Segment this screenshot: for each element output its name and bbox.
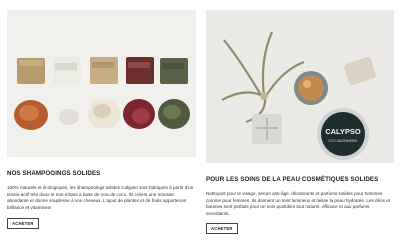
product-card-shampoo: NOS SHAMPOOINGS SOLIDES 100% naturels et… [7,10,196,230]
shampoo-bars-image [7,10,196,157]
soap-bar [53,57,81,84]
card-title: NOS SHAMPOOINGS SOLIDES [7,170,101,177]
product-card-skincare: CALYPSO ECO-SAVONNERIE POUR LES SOINS DE… [206,10,394,235]
buy-button[interactable]: ACHETER [7,218,39,230]
card-description: 100% naturels et écologiques, les shampo… [7,185,194,210]
card-description: Nettoyant pour le visage, sérum anti-âge… [206,191,391,216]
soap-bar [90,57,118,84]
card-title: POUR LES SOINS DE LA PEAU COSMÉTIQUES SO… [206,176,379,183]
soap-bar [160,58,188,84]
buy-button[interactable]: ACHETER [206,223,238,235]
shampoo-bars-illustration [7,10,196,157]
tin-sub-text: ECO-SAVONNERIE [329,139,358,143]
tin-brand-text: CALYPSO [325,127,361,136]
skincare-illustration: CALYPSO ECO-SAVONNERIE [206,10,394,163]
soap-bar [126,57,154,84]
skincare-products-image: CALYPSO ECO-SAVONNERIE [206,10,394,163]
